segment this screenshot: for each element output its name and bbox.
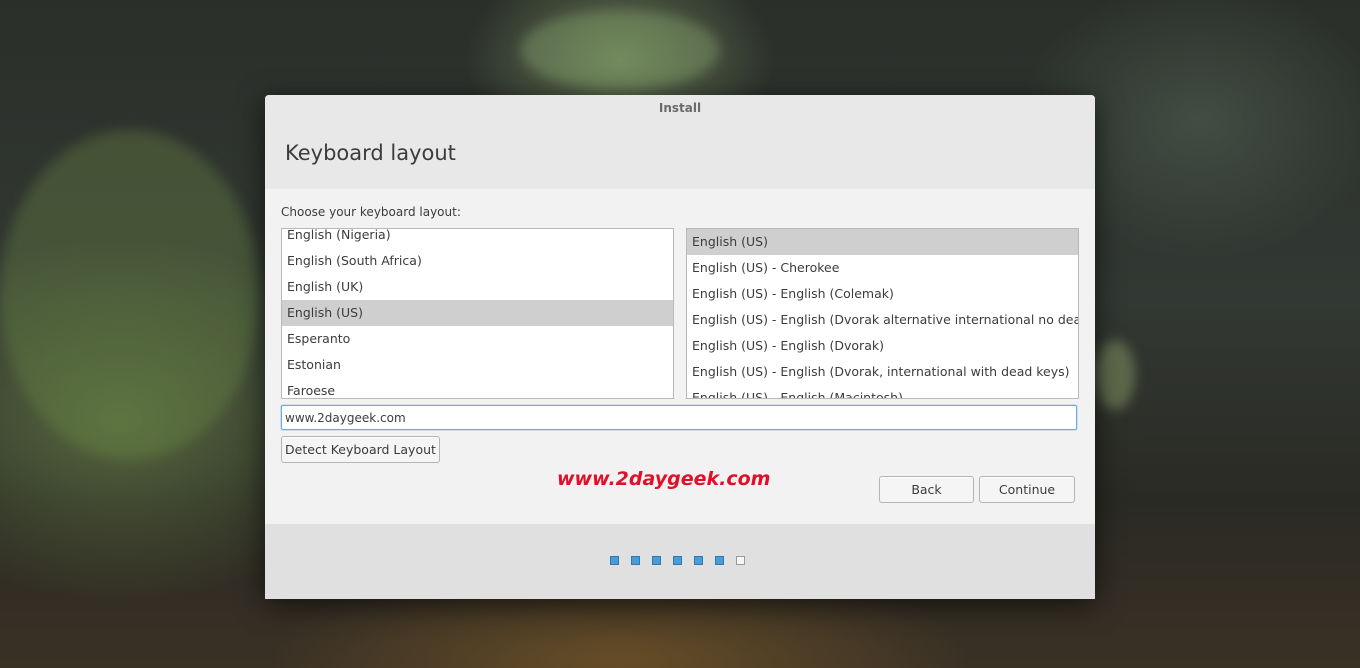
variant-list[interactable]: English (US) English (US) - Cherokee Eng… xyxy=(686,228,1079,399)
installer-window: Install Keyboard layout Choose your keyb… xyxy=(265,95,1095,599)
window-title: Install xyxy=(265,95,1095,121)
list-item[interactable]: Estonian xyxy=(282,352,673,378)
list-item[interactable]: English (US) - Cherokee xyxy=(687,255,1078,281)
wallpaper-blur xyxy=(520,10,720,90)
list-item[interactable]: English (Nigeria) xyxy=(282,229,673,248)
wallpaper-blur xyxy=(0,130,260,460)
list-item[interactable]: English (US) - English (Dvorak alternati… xyxy=(687,307,1078,333)
list-item[interactable]: Faroese xyxy=(282,378,673,398)
page-title: Keyboard layout xyxy=(285,141,456,165)
progress-step-done xyxy=(631,556,640,565)
back-button[interactable]: Back xyxy=(879,476,974,503)
detect-keyboard-layout-button[interactable]: Detect Keyboard Layout xyxy=(281,436,440,463)
page-header: Keyboard layout xyxy=(265,121,1095,189)
progress-step-done xyxy=(673,556,682,565)
step-progress xyxy=(610,556,745,565)
watermark-text: www.2daygeek.com xyxy=(557,468,771,490)
list-item[interactable]: English (US) - English (Dvorak, internat… xyxy=(687,359,1078,385)
continue-button[interactable]: Continue xyxy=(979,476,1075,503)
progress-footer xyxy=(265,524,1095,599)
list-item-selected[interactable]: English (US) xyxy=(282,300,673,326)
list-item[interactable]: English (US) - English (Dvorak) xyxy=(687,333,1078,359)
list-item[interactable]: English (US) - English (Colemak) xyxy=(687,281,1078,307)
list-item[interactable]: English (UK) xyxy=(282,274,673,300)
list-item[interactable]: English (US) - English (Macintosh) xyxy=(687,385,1078,398)
page-content: Choose your keyboard layout: English (Ni… xyxy=(265,189,1095,524)
progress-step-pending xyxy=(736,556,745,565)
list-item-selected[interactable]: English (US) xyxy=(687,229,1078,255)
progress-step-done xyxy=(694,556,703,565)
layout-prompt: Choose your keyboard layout: xyxy=(281,205,461,219)
list-item[interactable]: English (South Africa) xyxy=(282,248,673,274)
progress-step-done xyxy=(610,556,619,565)
layout-list[interactable]: English (Nigeria) English (South Africa)… xyxy=(281,228,674,399)
progress-step-done xyxy=(652,556,661,565)
progress-step-done xyxy=(715,556,724,565)
keyboard-test-input[interactable] xyxy=(281,405,1077,430)
list-item[interactable]: Esperanto xyxy=(282,326,673,352)
wallpaper-blur xyxy=(1095,340,1135,410)
